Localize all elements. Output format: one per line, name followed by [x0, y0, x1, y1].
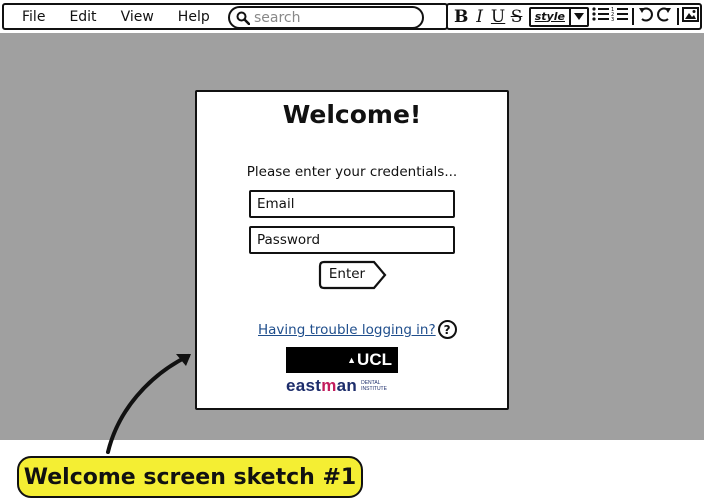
underline-icon[interactable]: U	[489, 7, 507, 27]
password-input[interactable]	[257, 232, 453, 248]
svg-text:3: 3	[611, 17, 614, 22]
search-icon	[236, 11, 250, 25]
bulleted-list-icon[interactable]	[592, 6, 610, 27]
search-input[interactable]	[254, 9, 404, 26]
chevron-down-icon[interactable]	[571, 9, 587, 25]
sketch-caption: Welcome screen sketch #1	[17, 456, 363, 498]
search-box[interactable]	[228, 6, 424, 29]
trouble-logging-in-link[interactable]: Having trouble logging in? ?	[258, 320, 457, 339]
toolbar-divider	[676, 8, 679, 25]
enter-button[interactable]: Enter	[318, 260, 388, 290]
format-toolbar: B I U S style 1 2 3	[446, 3, 702, 30]
eastman-logo: eastman DENTAL INSTITUTE	[286, 376, 387, 396]
enter-button-label: Enter	[328, 266, 366, 282]
menu-edit[interactable]: Edit	[69, 9, 96, 25]
eastman-logo-text: eastman	[286, 376, 358, 395]
menu-bar: File Edit View Help	[2, 3, 448, 30]
dialog-title: Welcome!	[282, 100, 422, 129]
image-icon[interactable]	[682, 6, 700, 27]
style-dropdown-value: style	[531, 8, 571, 25]
email-field[interactable]	[249, 190, 455, 218]
help-link-text[interactable]: Having trouble logging in?	[258, 322, 436, 338]
ucl-logo-text: UCL	[357, 350, 392, 369]
annotation-arrow	[106, 354, 191, 454]
eastman-logo-subtitle: DENTAL INSTITUTE	[361, 380, 387, 392]
email-input[interactable]	[257, 196, 453, 212]
numbered-list-icon[interactable]: 1 2 3	[610, 6, 628, 27]
undo-icon[interactable]	[637, 6, 655, 27]
menu-help[interactable]: Help	[178, 9, 210, 25]
menu-view[interactable]: View	[121, 9, 154, 25]
menu-file[interactable]: File	[22, 9, 45, 25]
question-icon[interactable]: ?	[437, 320, 457, 339]
login-dialog: Welcome! Please enter your credentials..…	[195, 90, 509, 410]
bold-icon[interactable]: B	[452, 7, 470, 27]
dialog-subtitle: Please enter your credentials...	[246, 164, 458, 180]
ucl-logo-mark: ▲	[347, 355, 357, 365]
toolbar-divider	[631, 8, 634, 25]
italic-icon[interactable]: I	[470, 7, 488, 27]
style-dropdown[interactable]: style	[528, 6, 589, 27]
ucl-logo: ▲UCL	[286, 347, 398, 373]
strikethrough-icon[interactable]: S	[507, 7, 525, 27]
redo-icon[interactable]	[655, 6, 673, 27]
password-field[interactable]	[249, 226, 455, 254]
